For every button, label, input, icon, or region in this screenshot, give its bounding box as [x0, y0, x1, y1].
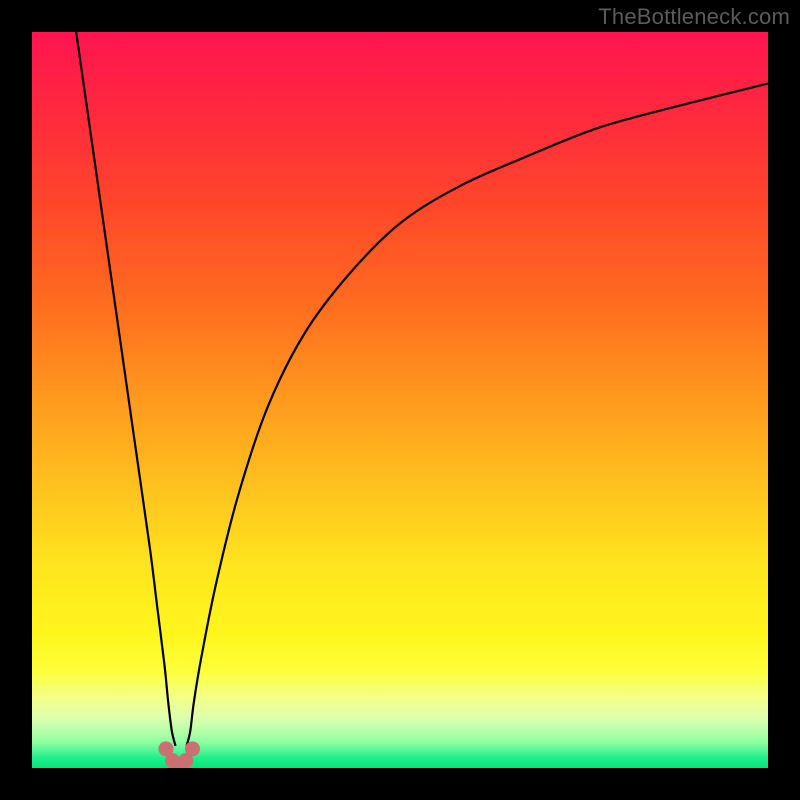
marker-dot: [185, 741, 200, 756]
attribution-text: TheBottleneck.com: [598, 4, 790, 30]
chart-plot-area: [32, 32, 768, 768]
chart-svg: [32, 32, 768, 768]
gradient-background: [32, 32, 768, 768]
